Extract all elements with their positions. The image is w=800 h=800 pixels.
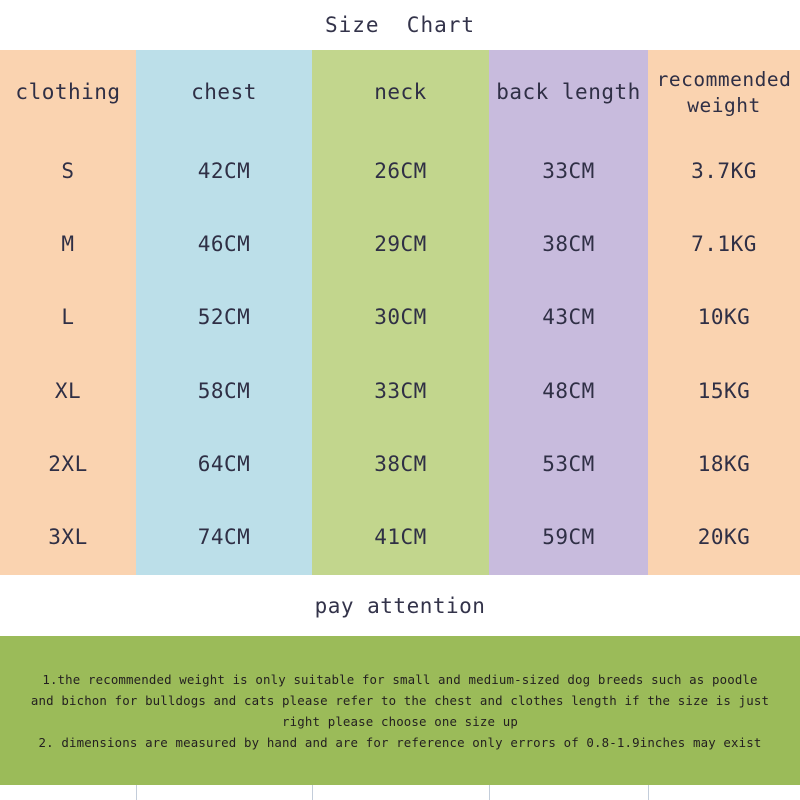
table-cell-neck: 29CM xyxy=(374,232,427,257)
table-cell-back-length: 48CM xyxy=(542,378,595,403)
table-cell-chest: 52CM xyxy=(197,305,251,330)
table-column-clothing: clothing S M L XL 2XL 3XL xyxy=(0,50,136,575)
table-row: 3XL xyxy=(48,525,88,550)
table-cell-neck: 38CM xyxy=(374,451,427,476)
column-divider-tick xyxy=(136,785,137,800)
table-column-back-length: back length 33CM 38CM 43CM 48CM 53CM 59C… xyxy=(489,50,648,575)
column-divider-tick xyxy=(648,785,649,800)
table-column-neck: neck 26CM 29CM 30CM 33CM 38CM 41CM xyxy=(312,50,489,575)
table-row: L xyxy=(61,305,75,330)
table-row: XL xyxy=(54,378,82,403)
column-header-neck: neck xyxy=(374,79,427,104)
page-title: Size Chart xyxy=(324,13,476,37)
column-divider-tick xyxy=(312,785,313,800)
table-cell-neck: 26CM xyxy=(374,158,427,183)
bottom-strip xyxy=(0,785,800,800)
table-cell-back-length: 59CM xyxy=(542,525,595,550)
table-cell-back-length: 53CM xyxy=(542,451,595,476)
note-line: right please choose one size up xyxy=(282,713,518,729)
attention-heading-bar: pay attention xyxy=(0,575,800,636)
table-cell-back-length: 43CM xyxy=(542,305,595,330)
table-cell-recommended-weight: 20KG xyxy=(697,525,751,550)
size-chart-page: Size Chart clothing S M L XL 2XL 3XL che… xyxy=(0,0,800,800)
column-divider-tick xyxy=(489,785,490,800)
table-row: S xyxy=(61,158,75,183)
size-table: clothing S M L XL 2XL 3XL chest 42CM 46C… xyxy=(0,50,800,575)
attention-heading: pay attention xyxy=(314,593,486,618)
table-cell-chest: 64CM xyxy=(197,451,251,476)
table-column-recommended-weight: recommended weight 3.7KG 7.1KG 10KG 15KG… xyxy=(648,50,800,575)
table-cell-neck: 30CM xyxy=(374,305,427,330)
note-line: 1.the recommended weight is only suitabl… xyxy=(42,671,758,687)
table-row: M xyxy=(61,232,75,257)
note-line: 2. dimensions are measured by hand and a… xyxy=(38,734,762,750)
note-line: and bichon for bulldogs and cats please … xyxy=(30,692,770,708)
table-cell-back-length: 33CM xyxy=(542,158,595,183)
table-row: 2XL xyxy=(48,451,88,476)
column-header-clothing: clothing xyxy=(15,79,121,104)
table-cell-chest: 46CM xyxy=(197,232,251,257)
column-header-recommended-weight: recommended weight xyxy=(656,67,792,117)
table-cell-neck: 33CM xyxy=(374,378,427,403)
table-column-chest: chest 42CM 46CM 52CM 58CM 64CM 74CM xyxy=(136,50,312,575)
table-cell-recommended-weight: 3.7KG xyxy=(691,158,757,183)
attention-notes-block: 1.the recommended weight is only suitabl… xyxy=(0,636,800,785)
table-cell-chest: 74CM xyxy=(197,525,251,550)
table-cell-recommended-weight: 15KG xyxy=(697,378,751,403)
table-cell-chest: 58CM xyxy=(197,378,251,403)
table-cell-back-length: 38CM xyxy=(542,232,595,257)
table-cell-recommended-weight: 10KG xyxy=(697,305,751,330)
page-title-bar: Size Chart xyxy=(0,0,800,50)
table-cell-neck: 41CM xyxy=(374,525,427,550)
table-cell-chest: 42CM xyxy=(197,158,251,183)
column-header-chest: chest xyxy=(191,79,257,104)
column-header-back-length: back length xyxy=(496,79,641,104)
table-cell-recommended-weight: 7.1KG xyxy=(691,232,757,257)
attention-notes-list: 1.the recommended weight is only suitabl… xyxy=(0,669,800,753)
table-cell-recommended-weight: 18KG xyxy=(697,451,751,476)
